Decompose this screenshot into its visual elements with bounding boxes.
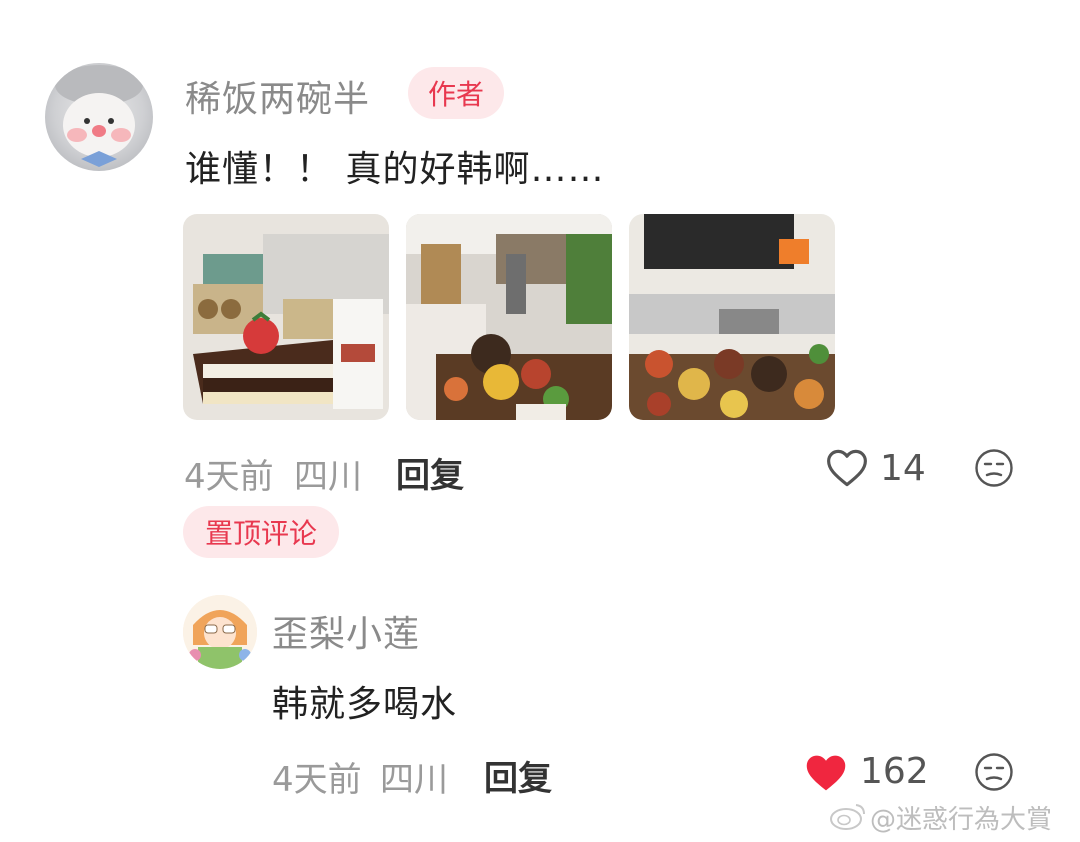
- comment-text: 韩就多喝水: [272, 684, 458, 725]
- reply-button[interactable]: 回复: [484, 751, 552, 800]
- photo-cake[interactable]: [183, 214, 389, 420]
- pinned-comment-badge: 置顶评论: [183, 506, 339, 558]
- username[interactable]: 歪梨小莲: [272, 605, 420, 657]
- photo-restaurant-interior[interactable]: [406, 214, 612, 420]
- meh-face-icon[interactable]: [974, 448, 1014, 492]
- author-badge: 作者: [408, 67, 504, 119]
- comment-text: 谁懂！！ 真的好韩啊……: [185, 149, 605, 190]
- username[interactable]: 稀饭两碗半: [185, 70, 370, 122]
- meh-face-icon[interactable]: [974, 752, 1014, 796]
- like-count: 14: [880, 448, 926, 489]
- comment-location: 四川: [294, 457, 362, 497]
- like-count: 162: [860, 751, 929, 792]
- reply-button[interactable]: 回复: [396, 448, 464, 497]
- comment-time: 4天前: [184, 457, 274, 497]
- watermark: @迷惑行為大賞: [870, 805, 1053, 835]
- photo-food-spread[interactable]: [629, 214, 835, 420]
- heart-icon[interactable]: [826, 448, 868, 490]
- comment-time: 4天前: [272, 760, 362, 800]
- avatar[interactable]: [183, 595, 257, 669]
- avatar[interactable]: [45, 63, 153, 171]
- weibo-icon: [828, 800, 868, 836]
- heart-filled-icon[interactable]: [804, 752, 848, 798]
- comment-location: 四川: [380, 760, 448, 800]
